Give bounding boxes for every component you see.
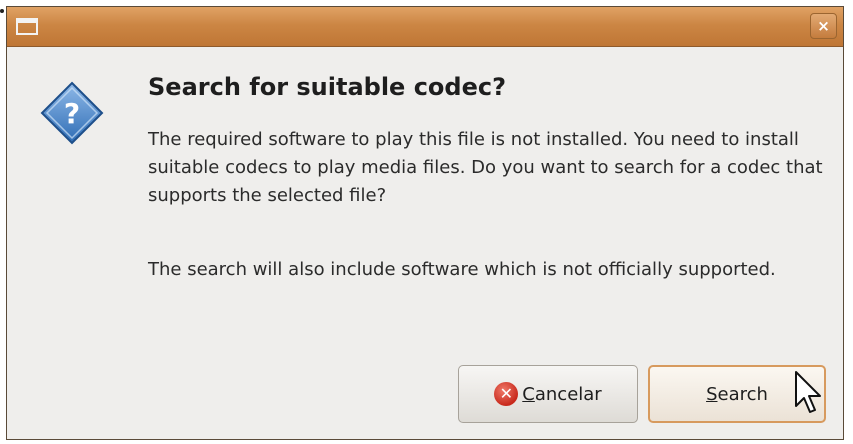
close-button[interactable]: × [810, 13, 837, 39]
search-label: Search [706, 384, 768, 405]
screenshot-stage: × ? Search for suitable codec? The requi… [0, 0, 853, 444]
mouse-cursor-icon [795, 371, 821, 413]
window-titlebar[interactable]: × [7, 7, 843, 47]
window-menu-icon[interactable] [16, 18, 38, 35]
dialog-secondary-message: The search will also include software wh… [148, 259, 776, 280]
cancel-button[interactable]: ✕ Cancelar [458, 365, 638, 423]
cancel-icon: ✕ [494, 382, 519, 406]
close-icon: × [817, 17, 830, 35]
codec-search-dialog: × ? Search for suitable codec? The requi… [6, 6, 844, 440]
question-icon: ? [40, 81, 104, 145]
dialog-message: The required software to play this file … [148, 129, 823, 206]
search-mnemonic: S [706, 383, 718, 405]
dialog-title: Search for suitable codec? [148, 73, 507, 101]
cancel-label: Cancelar [522, 384, 601, 405]
svg-text:?: ? [64, 97, 80, 130]
cancel-label-rest: ancelar [534, 383, 602, 405]
page-bullet [0, 9, 4, 13]
cancel-mnemonic: C [522, 383, 535, 405]
search-label-rest: earch [717, 383, 768, 405]
